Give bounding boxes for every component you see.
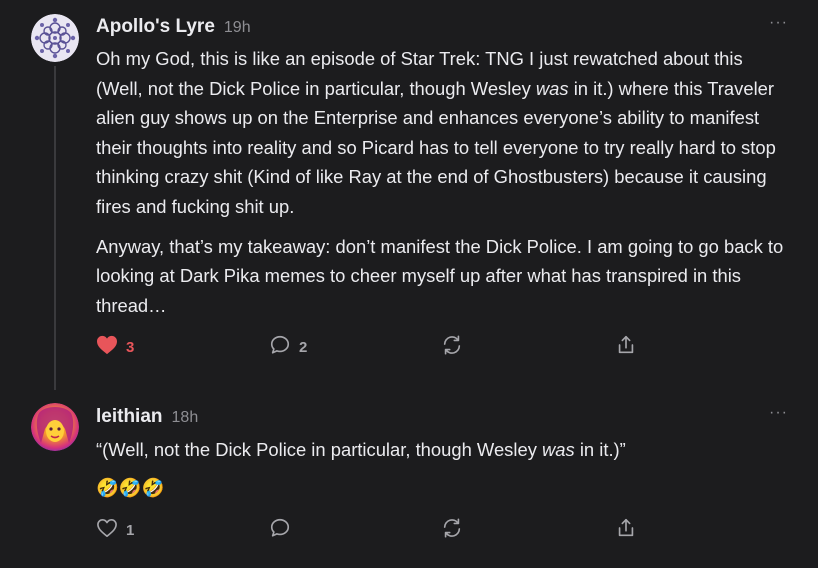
thread-connector-line [54, 66, 56, 390]
like-button[interactable]: 1 [96, 516, 134, 544]
restack-icon [441, 517, 463, 544]
comment-paragraph: Oh my God, this is like an episode of St… [96, 44, 788, 222]
share-button[interactable] [615, 516, 637, 544]
avatar-leithian[interactable] [31, 403, 79, 451]
share-icon [615, 517, 637, 544]
comment-2: leithian 18h ··· “(Well, not the Dick Po… [96, 404, 788, 502]
timestamp[interactable]: 18h [172, 409, 199, 427]
author-name[interactable]: Apollo's Lyre [96, 16, 215, 38]
reply-button[interactable] [269, 516, 291, 544]
reply-count: 2 [299, 338, 308, 356]
speech-bubble-icon [269, 334, 291, 361]
emphasis-text: was [542, 439, 575, 460]
share-button[interactable] [615, 333, 637, 361]
comment-1: Apollo's Lyre 19h ··· Oh my God, this is… [96, 14, 788, 320]
text-segment: in it.)” [574, 439, 626, 460]
more-options-icon[interactable]: ··· [769, 404, 788, 422]
restack-button[interactable] [441, 516, 463, 544]
comment-header: leithian 18h [96, 406, 788, 430]
heart-outline-icon [96, 518, 118, 543]
emphasis-text: was [535, 77, 569, 99]
emoji-reaction-text: 🤣🤣🤣 [96, 476, 165, 498]
author-name[interactable]: leithian [96, 406, 163, 428]
comment-quote: “(Well, not the Dick Police in particula… [96, 435, 788, 465]
more-options-icon[interactable]: ··· [769, 14, 788, 32]
speech-bubble-icon [269, 517, 291, 544]
comment-body: “(Well, not the Dick Police in particula… [96, 435, 788, 502]
comment-actions: 3 2 [96, 333, 696, 361]
timestamp[interactable]: 19h [224, 19, 251, 37]
comment-body: Oh my God, this is like an episode of St… [96, 44, 788, 320]
comment-header: Apollo's Lyre 19h [96, 16, 788, 40]
like-count: 1 [126, 521, 135, 539]
like-button[interactable]: 3 [96, 333, 134, 361]
comment-paragraph: Anyway, that’s my takeaway: don’t manife… [96, 235, 784, 316]
text-segment: “(Well, not the Dick Police in particula… [96, 439, 542, 460]
reply-button[interactable]: 2 [269, 333, 307, 361]
heart-filled-icon [96, 335, 118, 360]
avatar-apollos-lyre[interactable] [31, 14, 79, 62]
like-count: 3 [126, 338, 135, 356]
share-icon [615, 334, 637, 361]
restack-button[interactable] [441, 333, 463, 361]
comment-actions: 1 [96, 516, 696, 544]
restack-icon [441, 334, 463, 361]
